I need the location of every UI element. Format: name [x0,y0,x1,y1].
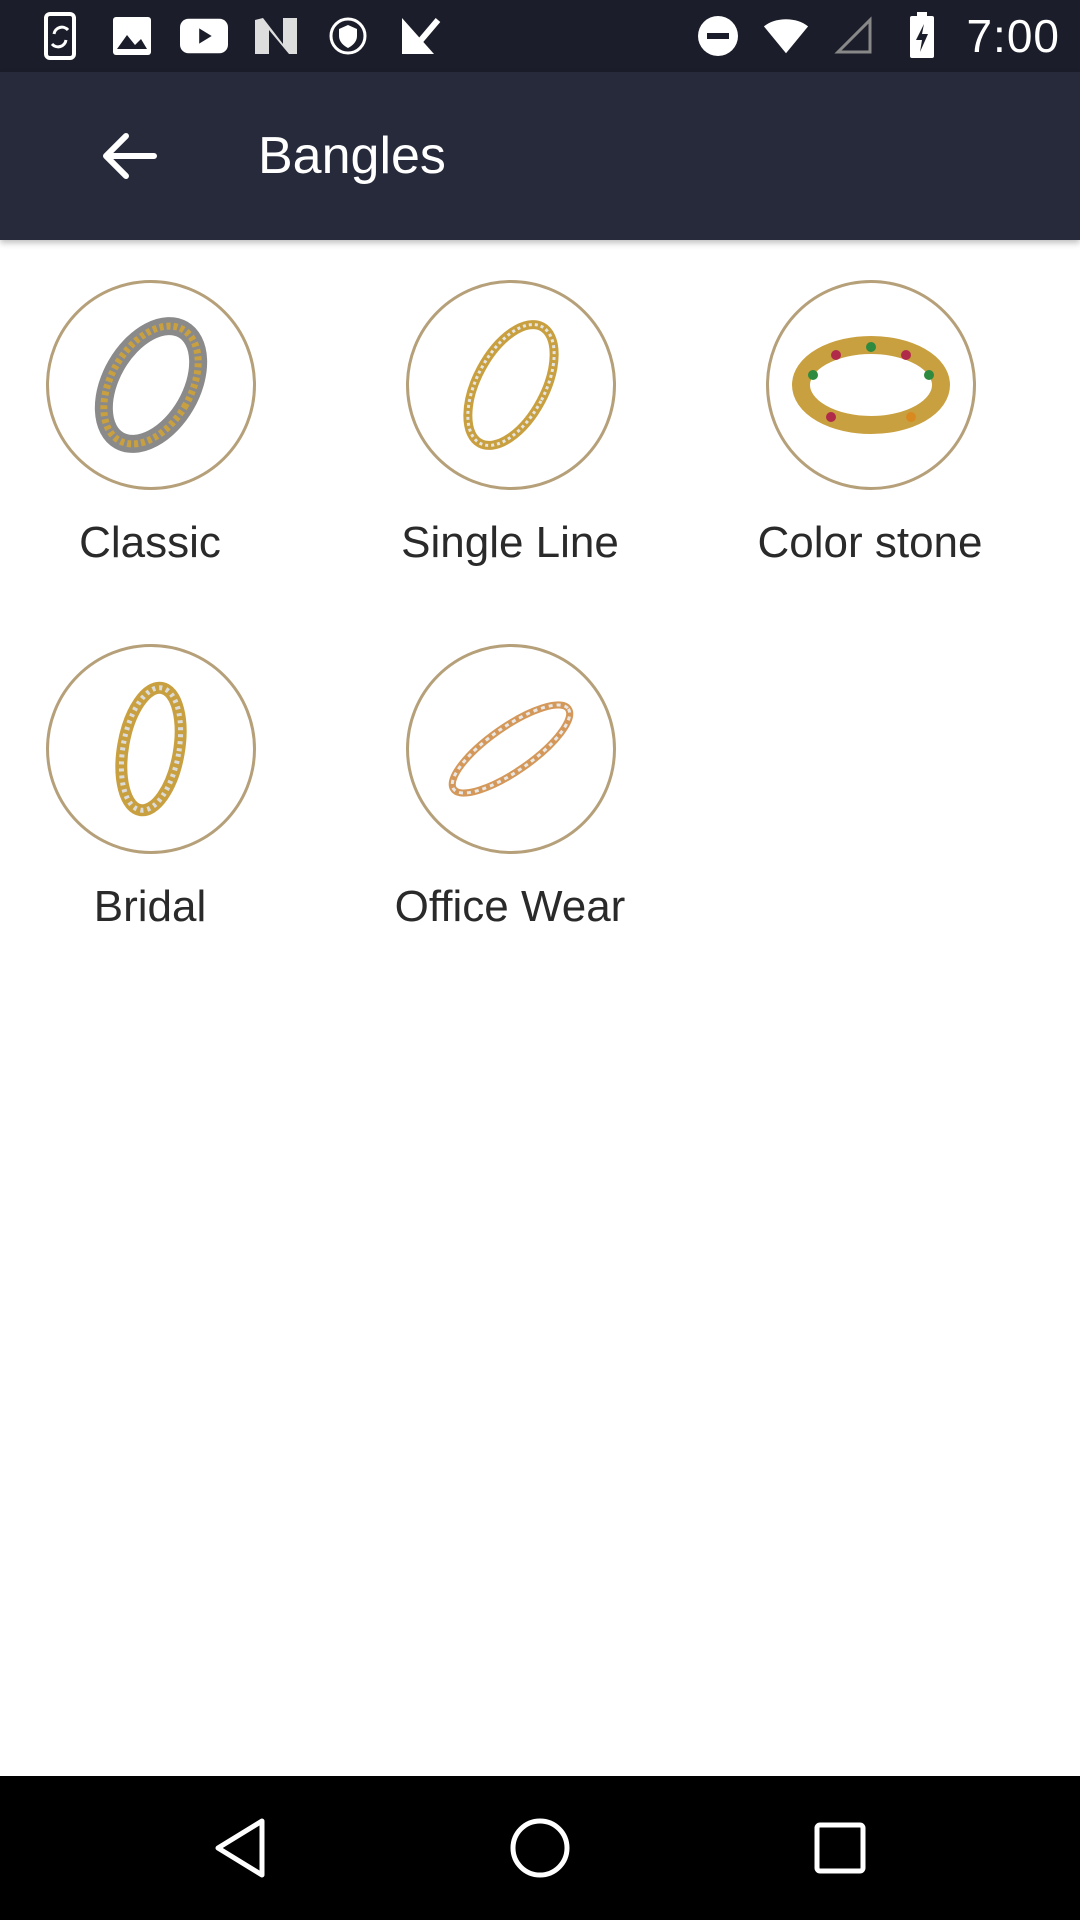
notification-icons [36,12,444,60]
youtube-icon [180,12,228,60]
back-triangle-icon [215,1818,265,1878]
color-stone-bangle-image [766,280,976,490]
category-label: Office Wear [394,882,626,931]
check-icon [396,12,444,60]
nav-home-button[interactable] [504,1812,576,1884]
home-circle-icon [510,1818,570,1878]
phone-sync-icon [36,12,84,60]
category-label: Bridal [93,882,207,931]
navigation-bar [0,1776,1080,1920]
shield-icon [324,12,372,60]
single-line-bangle-image [406,280,616,490]
battery-icon [898,12,946,60]
nav-recents-button[interactable] [804,1812,876,1884]
category-label: Single Line [401,518,619,567]
status-bar: 7:00 [0,0,1080,72]
image-icon [108,12,156,60]
n-app-icon [252,12,300,60]
classic-bangle-image [46,280,256,490]
clock: 7:00 [966,10,1060,62]
system-icons: 7:00 [694,10,1060,62]
do-not-disturb-icon [694,12,742,60]
office-wear-bangle-image [406,644,616,854]
nav-back-button[interactable] [204,1812,276,1884]
page-title: Bangles [258,127,446,185]
category-label: Color stone [757,518,983,567]
app-bar: Bangles [0,72,1080,240]
signal-icon [830,12,878,60]
wifi-icon [762,12,810,60]
back-button[interactable] [92,122,168,190]
recents-square-icon [814,1822,866,1874]
bridal-bangle-image [46,644,256,854]
back-arrow-icon [103,133,157,179]
category-label: Classic [79,518,221,567]
